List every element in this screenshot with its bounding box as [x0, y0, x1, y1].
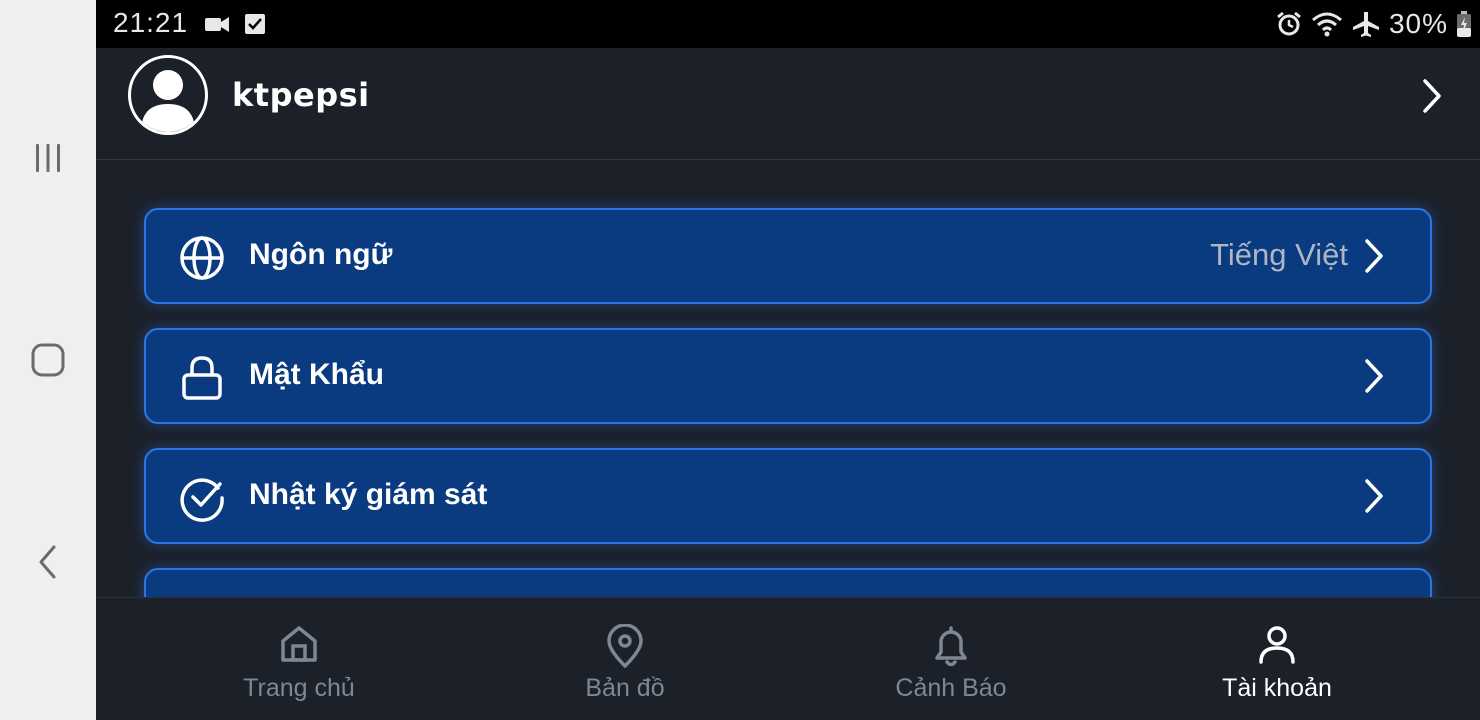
user-avatar-icon	[141, 70, 195, 132]
tab-label: Bản đồ	[585, 674, 665, 702]
airplane-icon	[1352, 12, 1379, 37]
tab-label: Trang chủ	[243, 674, 355, 702]
map-pin-icon	[607, 624, 643, 668]
menu-item-monitoring-log[interactable]: Nhật ký giám sát	[144, 448, 1432, 544]
back-button[interactable]	[0, 522, 96, 602]
home-icon	[281, 626, 317, 662]
tab-alerts[interactable]: Cảnh Báo	[778, 598, 1124, 720]
menu-item-value: Tiếng Việt	[1210, 237, 1348, 272]
lock-icon	[182, 356, 222, 400]
avatar	[128, 55, 208, 135]
menu-item-label: Ngôn ngữ	[249, 238, 393, 271]
chevron-right-icon	[1365, 239, 1383, 273]
tab-label: Cảnh Báo	[895, 674, 1007, 702]
chevron-right-icon	[1365, 479, 1383, 513]
globe-icon	[180, 236, 224, 280]
chevron-right-icon	[1365, 359, 1383, 393]
recent-apps-icon	[36, 144, 60, 172]
menu-item-label: Nhật ký giám sát	[249, 478, 488, 511]
battery-icon	[1457, 11, 1471, 37]
wifi-icon	[1311, 12, 1342, 37]
battery-percentage: 30%	[1388, 8, 1448, 39]
tab-home[interactable]: Trang chủ	[126, 598, 472, 720]
user-icon	[1259, 626, 1295, 664]
menu-item-language[interactable]: Ngôn ngữ Tiếng Việt	[144, 208, 1432, 304]
home-button[interactable]	[0, 320, 96, 400]
checkbox-icon	[245, 14, 265, 34]
tab-account[interactable]: Tài khoản	[1104, 598, 1450, 720]
settings-list: Ngôn ngữ Tiếng Việt Mật Khẩu Nhật ký giá…	[96, 160, 1480, 597]
alarm-icon	[1277, 11, 1301, 36]
video-icon	[205, 17, 229, 32]
menu-item-partial[interactable]	[144, 568, 1432, 597]
system-navigation-bar	[0, 0, 96, 720]
back-icon	[39, 545, 56, 579]
profile-header[interactable]: ktpepsi	[96, 48, 1480, 160]
status-time: 21:21	[113, 7, 189, 38]
username: ktpepsi	[232, 76, 370, 114]
menu-item-label: Mật Khẩu	[249, 358, 384, 391]
bell-icon	[935, 626, 967, 667]
home-nav-icon	[31, 343, 65, 377]
check-circle-icon	[180, 478, 224, 522]
tab-label: Tài khoản	[1222, 674, 1332, 702]
chevron-right-icon[interactable]	[1420, 78, 1444, 114]
tab-map[interactable]: Bản đồ	[452, 598, 798, 720]
recent-apps-button[interactable]	[0, 118, 96, 198]
status-bar: 21:21 30%	[96, 0, 1480, 48]
bottom-tab-bar: Trang chủ Bản đồ Cảnh Báo Tài khoản	[96, 597, 1480, 720]
menu-item-password[interactable]: Mật Khẩu	[144, 328, 1432, 424]
